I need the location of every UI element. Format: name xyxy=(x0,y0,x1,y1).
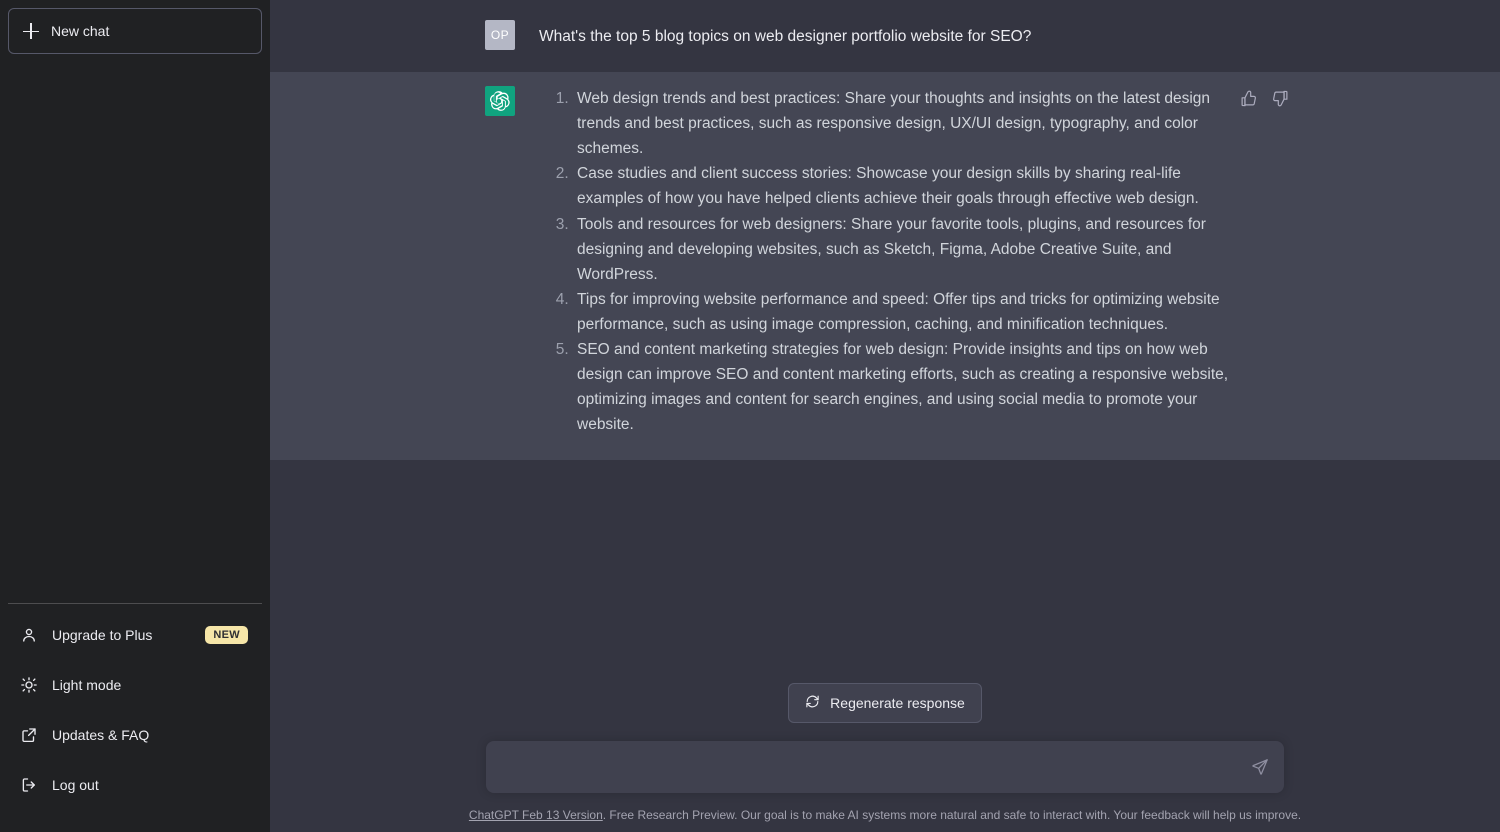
footer-disclaimer: ChatGPT Feb 13 Version. Free Research Pr… xyxy=(270,808,1500,822)
regenerate-label: Regenerate response xyxy=(830,695,965,711)
regenerate-row: Regenerate response xyxy=(270,683,1500,723)
message-thread: OP What's the top 5 blog topics on web d… xyxy=(270,0,1500,460)
list-item: Web design trends and best practices: Sh… xyxy=(573,86,1229,161)
plus-icon xyxy=(23,23,39,39)
avatar-column: OP xyxy=(485,20,515,50)
chat-input[interactable] xyxy=(502,758,1238,776)
avatar: OP xyxy=(485,20,515,50)
list-item: SEO and content marketing strategies for… xyxy=(573,337,1229,437)
sidebar-item-upgrade-to-plus[interactable]: Upgrade to Plus NEW xyxy=(8,610,262,660)
composer-area: Regenerate response ChatGPT Feb 13 Versi… xyxy=(270,683,1500,832)
sidebar-item-label: Light mode xyxy=(52,677,122,693)
sidebar-item-label: Log out xyxy=(52,777,99,793)
regenerate-response-button[interactable]: Regenerate response xyxy=(788,683,982,723)
avatar-column xyxy=(485,86,515,438)
assistant-message: Web design trends and best practices: Sh… xyxy=(270,72,1500,460)
sidebar: New chat Upgrade to Plus NEW Light mode … xyxy=(0,0,270,832)
logout-icon xyxy=(20,776,38,794)
sidebar-item-label: Updates & FAQ xyxy=(52,727,150,743)
answer-list: Web design trends and best practices: Sh… xyxy=(539,86,1229,438)
status-badge-new: NEW xyxy=(205,626,248,644)
conversation-list xyxy=(8,54,262,603)
chatgpt-app: New chat Upgrade to Plus NEW Light mode … xyxy=(0,0,1500,832)
sidebar-item-light-mode[interactable]: Light mode xyxy=(8,660,262,710)
send-icon[interactable] xyxy=(1248,755,1272,779)
sun-icon xyxy=(20,676,38,694)
list-item: Case studies and client success stories:… xyxy=(573,161,1229,211)
user-icon xyxy=(20,626,38,644)
user-message: OP What's the top 5 blog topics on web d… xyxy=(270,0,1500,72)
user-message-text: What's the top 5 blog topics on web desi… xyxy=(539,28,1032,45)
thumbs-down-icon[interactable] xyxy=(1270,88,1290,108)
sidebar-item-log-out[interactable]: Log out xyxy=(8,760,262,810)
sidebar-item-label: Upgrade to Plus xyxy=(52,627,153,643)
chat-input-box[interactable] xyxy=(486,741,1284,793)
new-chat-button[interactable]: New chat xyxy=(8,8,262,54)
new-chat-label: New chat xyxy=(51,23,110,39)
feedback-controls xyxy=(1238,88,1290,108)
input-wrapper xyxy=(270,741,1500,793)
sidebar-footer: Upgrade to Plus NEW Light mode Updates &… xyxy=(8,610,262,824)
list-item: Tools and resources for web designers: S… xyxy=(573,212,1229,287)
list-item: Tips for improving website performance a… xyxy=(573,287,1229,337)
refresh-icon xyxy=(805,694,820,712)
disclaimer-text: . Free Research Preview. Our goal is to … xyxy=(602,808,1302,822)
main-panel: OP What's the top 5 blog topics on web d… xyxy=(270,0,1500,832)
sidebar-item-updates-faq[interactable]: Updates & FAQ xyxy=(8,710,262,760)
sidebar-divider xyxy=(8,603,262,604)
thumbs-up-icon[interactable] xyxy=(1238,88,1258,108)
openai-logo-icon xyxy=(485,86,515,116)
external-link-icon xyxy=(20,726,38,744)
version-link[interactable]: ChatGPT Feb 13 Version xyxy=(469,808,603,822)
assistant-message-text: Web design trends and best practices: Sh… xyxy=(539,86,1229,438)
